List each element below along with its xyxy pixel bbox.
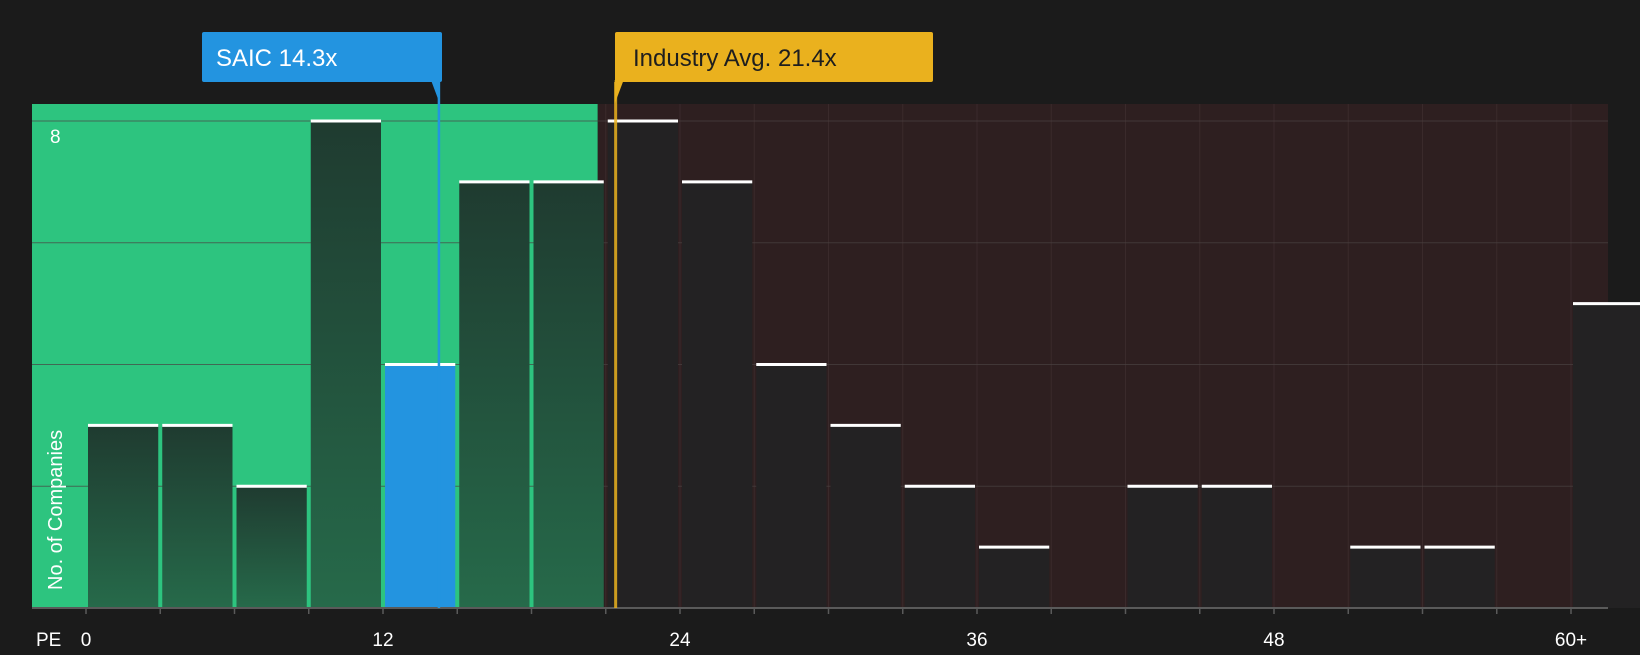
bar-cap	[1350, 545, 1421, 549]
bar-cap	[1424, 545, 1495, 549]
y-tick-label: 8	[50, 127, 61, 148]
histogram-bar	[756, 364, 827, 608]
bar-cap	[904, 484, 975, 488]
bar-cap	[830, 423, 901, 427]
x-tick-label: 24	[669, 630, 691, 650]
histogram-bar	[88, 425, 159, 608]
histogram-bar	[830, 425, 901, 608]
histogram-bar	[607, 121, 678, 608]
bar-cap	[1201, 484, 1272, 488]
y-axis-title: No. of Companies	[45, 430, 67, 590]
pe-distribution-chart: 0 12 24 36 48 60+ PE 8 No. of Companies SAIC 14.3…	[0, 0, 1640, 651]
highlight-bar	[385, 364, 456, 608]
x-tick-label: 0	[81, 630, 92, 650]
bar-cap	[1573, 302, 1640, 306]
x-tick-label: 60+	[1555, 630, 1587, 650]
bar-cap	[385, 363, 456, 366]
bar-cap	[162, 423, 233, 427]
x-tick-label: 36	[966, 630, 987, 650]
industry-marker-label: Industry Avg. 21.4x	[633, 45, 837, 72]
bar-cap	[459, 180, 530, 184]
histogram-bar	[162, 425, 233, 608]
bar-cap	[1127, 484, 1198, 488]
histogram-bar	[1201, 486, 1272, 608]
industry-marker-pointer	[614, 80, 624, 104]
x-axis-name: PE	[36, 630, 61, 650]
bar-cap	[533, 180, 604, 184]
histogram-bar	[1424, 547, 1495, 608]
bar-cap	[607, 119, 678, 123]
histogram-bar	[1127, 486, 1198, 608]
histogram-bar	[682, 181, 753, 608]
x-tick-label: 12	[372, 630, 393, 650]
histogram-bar	[979, 547, 1050, 608]
histogram-bar	[1350, 547, 1421, 608]
bar-cap	[682, 180, 753, 184]
histogram-bar	[1573, 303, 1640, 608]
x-tick-label: 48	[1263, 630, 1284, 650]
histogram-bar	[533, 181, 604, 608]
histogram-bar	[904, 486, 975, 608]
bar-cap	[979, 545, 1050, 549]
histogram-bar	[310, 121, 381, 608]
histogram-bar	[459, 181, 530, 608]
company-marker-label: SAIC 14.3x	[216, 45, 337, 72]
bar-cap	[236, 484, 307, 488]
chart-svg: 0 12 24 36 48 60+ PE 8 No. of Companies SAIC 14.3…	[32, 32, 1640, 651]
bar-cap	[88, 423, 159, 427]
histogram-bar	[236, 486, 307, 608]
bar-cap	[756, 363, 827, 366]
bar-cap	[310, 119, 381, 123]
